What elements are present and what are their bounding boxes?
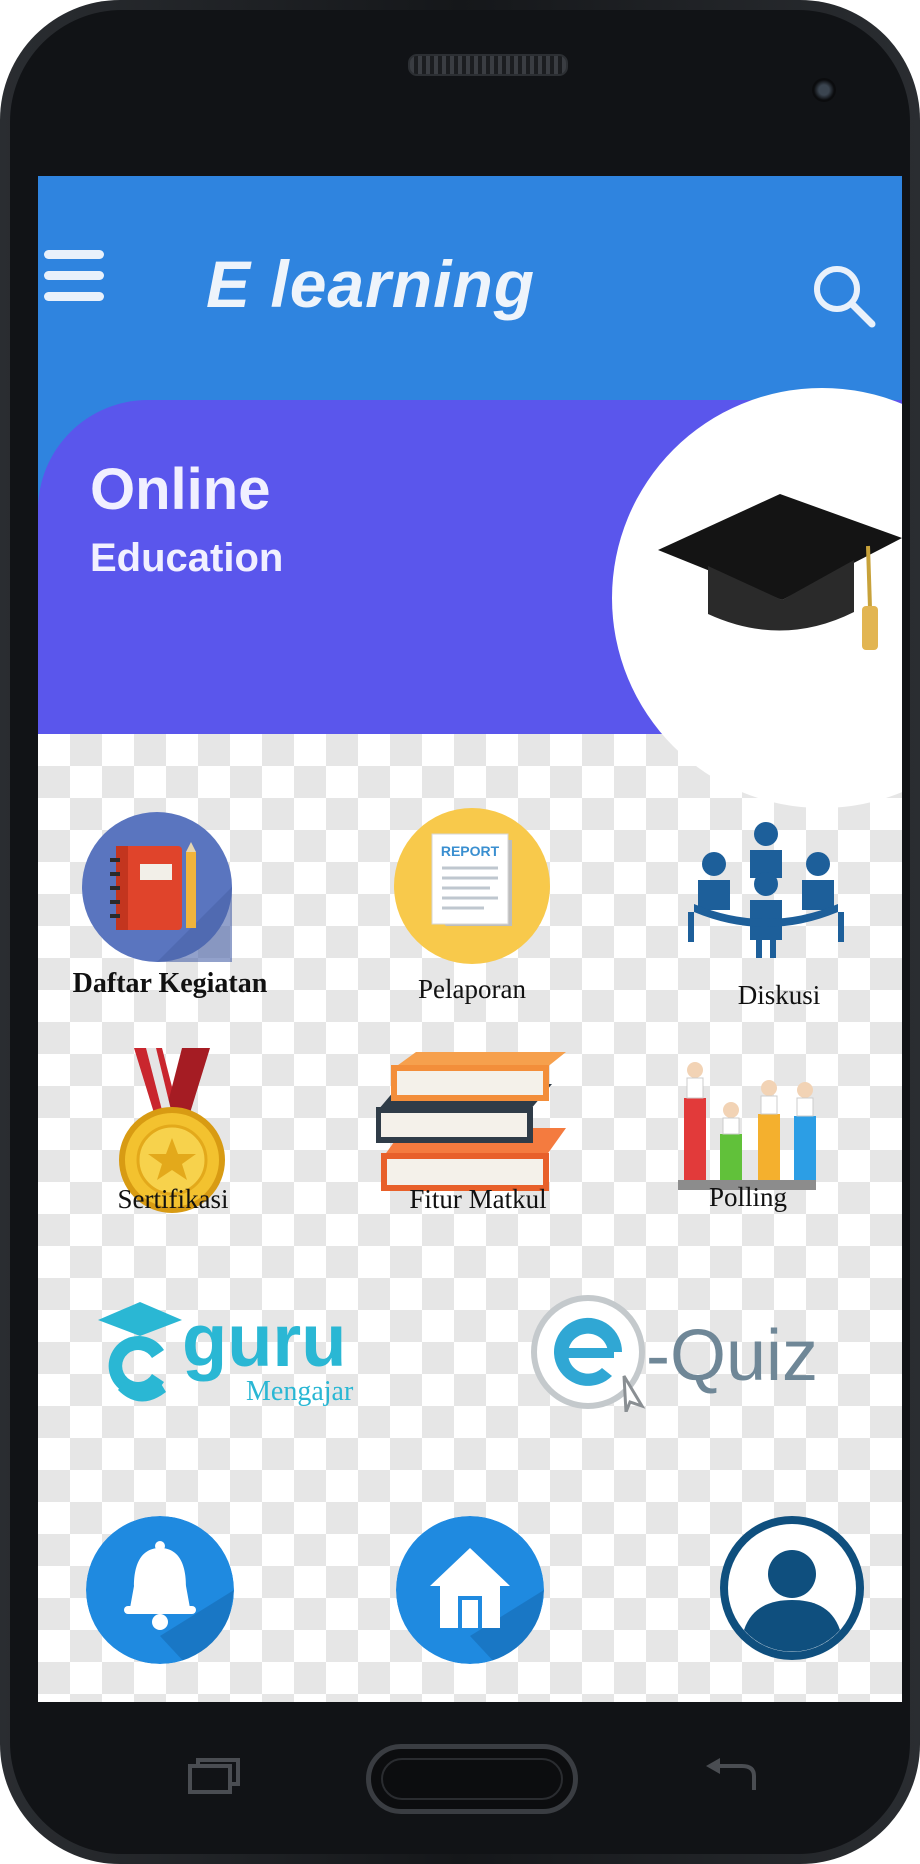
search-icon[interactable] (810, 262, 876, 328)
app-screen: E learning Online Education Daftar Kegia… (38, 176, 902, 1702)
report-document-icon: REPORT (394, 808, 550, 964)
earpiece-speaker (408, 54, 568, 76)
e-quiz-text: -Quiz (646, 1316, 819, 1396)
svg-text:REPORT: REPORT (441, 843, 500, 859)
menu-daftar-kegiatan[interactable] (82, 812, 232, 962)
menu-label: Polling (708, 1182, 788, 1212)
menu-label: Fitur Matkul (409, 1184, 547, 1214)
discussion-meeting-icon (688, 822, 844, 958)
recent-apps-key-icon[interactable] (186, 1756, 242, 1796)
menu-label: Diskusi (737, 980, 821, 1010)
menu-diskusi[interactable] (674, 812, 858, 960)
banner-subtitle: Education (90, 536, 284, 580)
front-camera (812, 78, 836, 102)
back-key-icon[interactable] (702, 1756, 760, 1796)
app-title: E learning (206, 247, 536, 321)
menu-label: Sertifikasi (117, 1184, 229, 1214)
profile-button[interactable] (718, 1514, 866, 1662)
guru-logo-text: guru (182, 1299, 347, 1382)
menu-fitur-matkul[interactable] (375, 1048, 572, 1196)
planner-book-icon (82, 812, 232, 962)
bar-chart-people-icon (678, 1062, 816, 1190)
books-stack-icon (375, 1052, 566, 1191)
notification-bell-button[interactable] (86, 1516, 234, 1664)
menu-polling[interactable] (678, 1050, 816, 1198)
app-bar: E learning (38, 176, 902, 406)
hamburger-menu-icon[interactable] (44, 250, 104, 302)
guru-mengajar-logo[interactable]: guru Mengajar (94, 1294, 434, 1414)
graduation-cap-icon (658, 494, 902, 650)
banner-title: Online (90, 457, 271, 522)
e-quiz-logo[interactable]: -Quiz (530, 1294, 870, 1414)
home-button[interactable] (396, 1516, 544, 1664)
guru-logo-subtext: Mengajar (246, 1376, 354, 1407)
menu-label: Pelaporan (418, 974, 526, 1004)
e-quiz-emblem-icon (531, 1295, 646, 1412)
menu-label: Daftar Kegiatan (72, 968, 268, 999)
home-hardware-button[interactable] (366, 1744, 578, 1814)
graduation-g-icon (98, 1302, 182, 1402)
menu-pelaporan[interactable]: REPORT (394, 808, 550, 964)
